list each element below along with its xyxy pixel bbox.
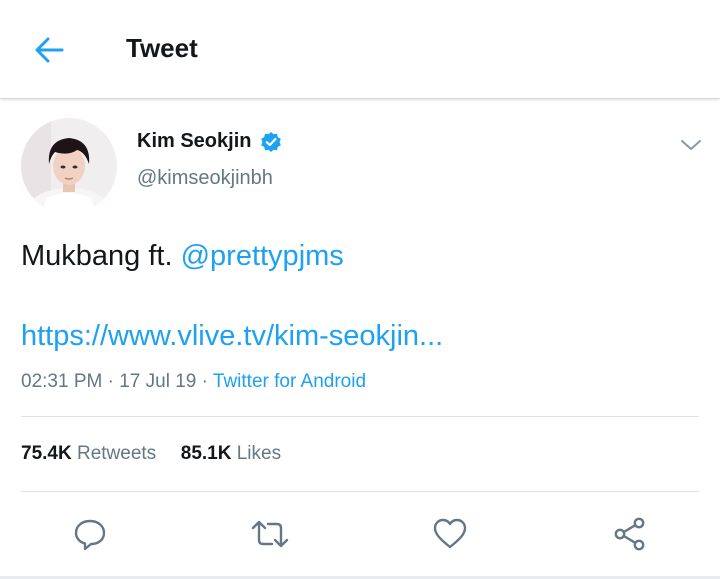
arrow-left-icon	[35, 37, 64, 63]
share-button[interactable]	[608, 512, 652, 556]
retweet-icon	[251, 520, 289, 548]
more-options-button[interactable]	[676, 134, 706, 156]
retweets-label: Retweets	[76, 443, 157, 464]
tweet-time: 02:31 PM	[21, 371, 103, 392]
author-name[interactable]: Kim Seokjin	[137, 130, 251, 153]
meta-separator: ·	[102, 371, 120, 392]
likes-label: Likes	[236, 443, 282, 464]
back-button[interactable]	[28, 30, 70, 70]
author-row: Kim Seokjin	[137, 130, 282, 153]
divider	[21, 491, 699, 492]
retweets-stat[interactable]: 75.4K Retweets	[21, 443, 156, 464]
like-button[interactable]	[428, 512, 472, 556]
likes-stat[interactable]: 85.1K Likes	[181, 443, 281, 464]
meta-separator: ·	[196, 371, 213, 392]
tweet-stats: 75.4K Retweets 85.1K Likes	[21, 443, 281, 465]
tweet-url-link[interactable]: https://www.vlive.tv/kim-seokjin...	[21, 320, 443, 353]
verified-badge-icon	[261, 131, 282, 152]
tweet-meta: 02:31 PM · 17 Jul 19 · Twitter for Andro…	[21, 371, 366, 393]
reply-button[interactable]	[68, 512, 112, 556]
reply-icon	[74, 519, 106, 551]
tweet-text-prefix: Mukbang ft.	[21, 240, 181, 272]
avatar[interactable]	[21, 118, 117, 214]
retweets-count: 75.4K	[21, 443, 72, 464]
page-title: Tweet	[126, 33, 198, 63]
retweet-button[interactable]	[248, 512, 292, 556]
top-bar: Tweet	[0, 0, 720, 99]
action-bar	[0, 508, 720, 556]
share-icon	[614, 517, 645, 551]
tweet-date: 17 Jul 19	[119, 371, 197, 392]
tweet-source-link[interactable]: Twitter for Android	[213, 371, 366, 392]
like-icon	[433, 518, 467, 549]
likes-count: 85.1K	[180, 443, 232, 464]
tweet-text: Mukbang ft. @prettypjms	[21, 240, 344, 273]
author-handle[interactable]: @kimseokjinbh	[137, 167, 273, 190]
chevron-down-icon	[681, 140, 701, 150]
mention-link[interactable]: @prettypjms	[181, 240, 344, 272]
divider	[21, 416, 699, 417]
